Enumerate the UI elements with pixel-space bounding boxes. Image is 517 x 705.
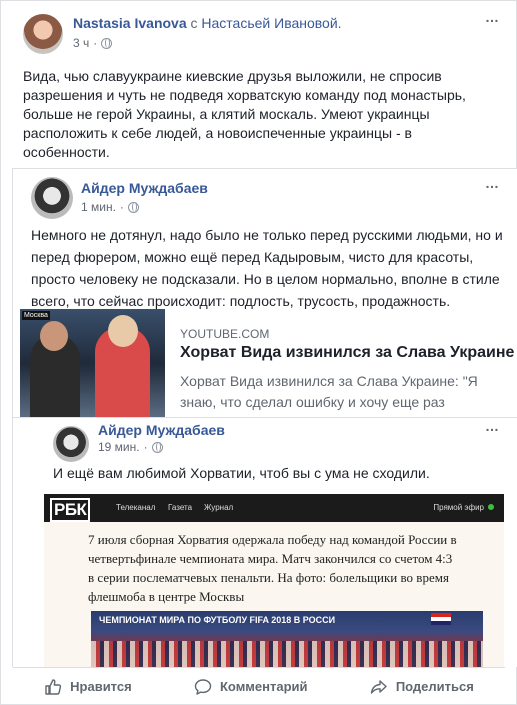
- rbk-nav-item: Газета: [168, 503, 193, 512]
- post-time[interactable]: 3 ч: [73, 36, 89, 50]
- shared-post-2: Айдер Муждабаев 19 мин. · … И ещё вам лю…: [12, 417, 517, 667]
- rbk-article-text: 7 июля сборная Хорватия одержала победу …: [88, 532, 457, 604]
- with-word: с: [190, 15, 198, 31]
- thumbs-up-icon: [45, 678, 62, 695]
- rbk-navbar: РБК Телеканал Газета Журнал Прямой эфир: [44, 494, 504, 522]
- comment-icon: [194, 678, 212, 695]
- share-button[interactable]: Поделиться: [370, 678, 474, 696]
- shared-post-1: Айдер Муждабаев 1 мин. · … Немного не до…: [12, 168, 517, 419]
- rbk-screenshot-image[interactable]: РБК Телеканал Газета Журнал Прямой эфир …: [44, 494, 504, 667]
- like-label: Нравится: [70, 679, 132, 694]
- shared-author-name[interactable]: Айдер Муждабаев: [98, 422, 225, 438]
- globe-icon: [101, 37, 113, 49]
- thumbnail-tag: Москва: [22, 311, 50, 320]
- globe-icon: [127, 201, 139, 213]
- rbk-nav-item: Телеканал: [116, 503, 156, 512]
- shared-author-avatar[interactable]: [31, 177, 73, 219]
- shared-author-avatar[interactable]: [53, 426, 89, 462]
- more-options-icon[interactable]: …: [485, 418, 500, 434]
- share-arrow-icon: [370, 679, 387, 694]
- rbk-photo: ЧЕМПИОНАТ МИРА ПО ФУТБОЛУ FIFA 2018 В РО…: [91, 611, 483, 667]
- author-avatar[interactable]: [23, 14, 63, 54]
- shared-post-meta: 19 мин. ·: [98, 440, 163, 454]
- action-bar: Нравится Комментарий Поделиться: [13, 667, 505, 705]
- link-domain: YOUTUBE.COM: [180, 327, 270, 341]
- shared-post-meta: 1 мин. ·: [81, 200, 139, 214]
- author-name[interactable]: Nastasia Ivanova: [73, 15, 187, 31]
- shared-post-time[interactable]: 19 мин.: [98, 440, 140, 454]
- rbk-live-label: Прямой эфир: [433, 503, 494, 512]
- shared-post-text: И ещё вам любимой Хорватии, чтоб вы с ум…: [53, 465, 430, 481]
- shared-post-text: Немного не дотянул, надо было не только …: [31, 227, 503, 309]
- post-meta: 3 ч ·: [73, 36, 113, 50]
- more-options-icon[interactable]: …: [485, 9, 500, 25]
- post-text: Вида, чью славуукраине киевские друзья в…: [23, 68, 466, 160]
- shared-post-time[interactable]: 1 мин.: [81, 200, 116, 214]
- share-label: Поделиться: [395, 679, 474, 694]
- comment-button[interactable]: Комментарий: [194, 678, 308, 696]
- tagged-person[interactable]: Настасьей Ивановой.: [201, 15, 341, 31]
- link-description: Хорват Вида извинился за Слава Украине: …: [180, 373, 488, 419]
- croatia-flag-icon: [431, 613, 451, 625]
- post-card: Nastasia Ivanova с Настасьей Ивановой. 3…: [0, 0, 517, 705]
- rbk-photo-caption: ЧЕМПИОНАТ МИРА ПО ФУТБОЛУ FIFA 2018 В РО…: [99, 615, 336, 625]
- shared-author-name[interactable]: Айдер Муждабаев: [81, 180, 208, 196]
- link-title[interactable]: Хорват Вида извинился за Слава Украине: [180, 344, 514, 362]
- link-preview[interactable]: Москва YOUTUBE.COM Хорват Вида извинился…: [20, 309, 517, 419]
- rbk-nav-item: Журнал: [204, 503, 234, 512]
- like-button[interactable]: Нравится: [44, 678, 132, 696]
- rbk-logo: РБК: [50, 498, 92, 522]
- globe-icon: [151, 441, 163, 453]
- post-header: Nastasia Ivanova с Настасьей Ивановой.: [73, 15, 342, 31]
- more-options-icon[interactable]: …: [485, 175, 500, 191]
- video-thumbnail[interactable]: Москва: [20, 309, 165, 419]
- comment-label: Комментарий: [219, 679, 308, 694]
